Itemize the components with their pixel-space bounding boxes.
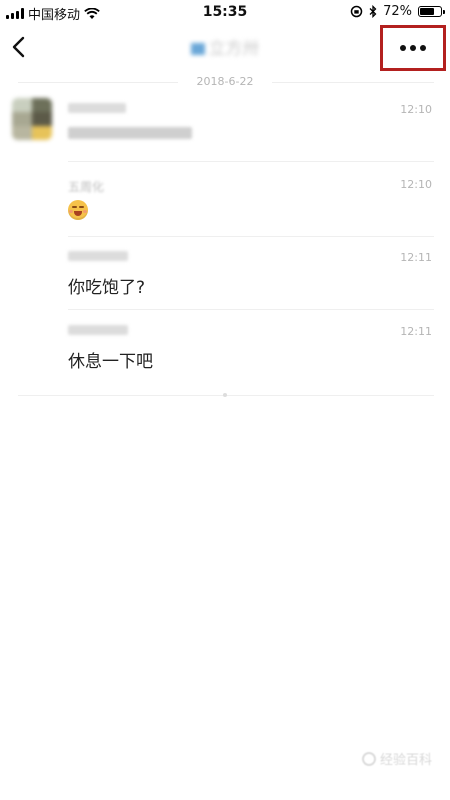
orientation-lock-icon — [350, 5, 363, 18]
message-time: 12:11 — [400, 251, 432, 264]
status-bar: 中国移动 15:35 72% — [0, 0, 450, 24]
message-body: 休息一下吧 — [68, 352, 153, 372]
watermark: 经验百科 — [361, 749, 432, 768]
status-right: 72% — [350, 4, 445, 19]
message-time: 12:11 — [400, 325, 432, 338]
chat-title: 立方卅 — [160, 34, 290, 59]
grimacing-face-emoji-icon — [68, 200, 88, 220]
sender-avatar[interactable] — [12, 98, 52, 140]
emoji-cheek — [69, 210, 73, 213]
message-separator — [68, 309, 434, 310]
watermark-text: 经验百科 — [379, 753, 432, 768]
sender-name-redacted — [68, 103, 126, 113]
emoji-mouth — [74, 211, 82, 216]
sender-name-text: 五周化 — [68, 180, 105, 194]
more-button-highlight — [380, 25, 446, 71]
sender-name — [68, 251, 434, 263]
divider-line — [272, 82, 434, 83]
back-arrow-icon[interactable] — [8, 32, 36, 62]
emoji-eye — [72, 206, 77, 208]
battery-fill — [420, 8, 434, 15]
message-time: 12:10 — [400, 178, 432, 191]
message-item[interactable]: 五周化 12:10 — [68, 178, 434, 228]
watermark-logo-icon — [361, 751, 376, 766]
more-options-button[interactable] — [392, 38, 434, 58]
more-dot-icon — [400, 45, 406, 51]
emoji-cheek — [83, 210, 87, 213]
sender-name — [68, 325, 434, 337]
end-of-list-dot — [223, 393, 227, 397]
message-body: 你吃饱了? — [68, 278, 146, 298]
sender-name — [68, 103, 434, 115]
sender-name-redacted — [68, 251, 128, 261]
message-body-redacted — [68, 127, 192, 139]
message-item[interactable]: 12:11 休息一下吧 — [68, 325, 434, 375]
message-item[interactable]: 12:10 — [68, 103, 434, 153]
sender-name-redacted — [68, 325, 128, 335]
sender-name: 五周化 — [68, 178, 434, 194]
message-separator — [68, 236, 434, 237]
emoji-eye — [79, 206, 84, 208]
message-body — [68, 200, 88, 220]
bluetooth-icon — [369, 5, 377, 18]
more-dot-icon — [410, 45, 416, 51]
battery-percent: 72% — [383, 4, 412, 19]
date-divider: 2018-6-22 — [0, 74, 450, 90]
nav-bar: 立方卅 — [0, 24, 450, 72]
chat-title-text: 立方卅 — [208, 39, 260, 59]
message-time: 12:10 — [400, 103, 432, 116]
title-color-mark — [190, 43, 205, 55]
message-separator — [68, 161, 434, 162]
message-item[interactable]: 12:11 你吃饱了? — [68, 251, 434, 301]
more-dot-icon — [420, 45, 426, 51]
battery-icon — [418, 6, 445, 17]
